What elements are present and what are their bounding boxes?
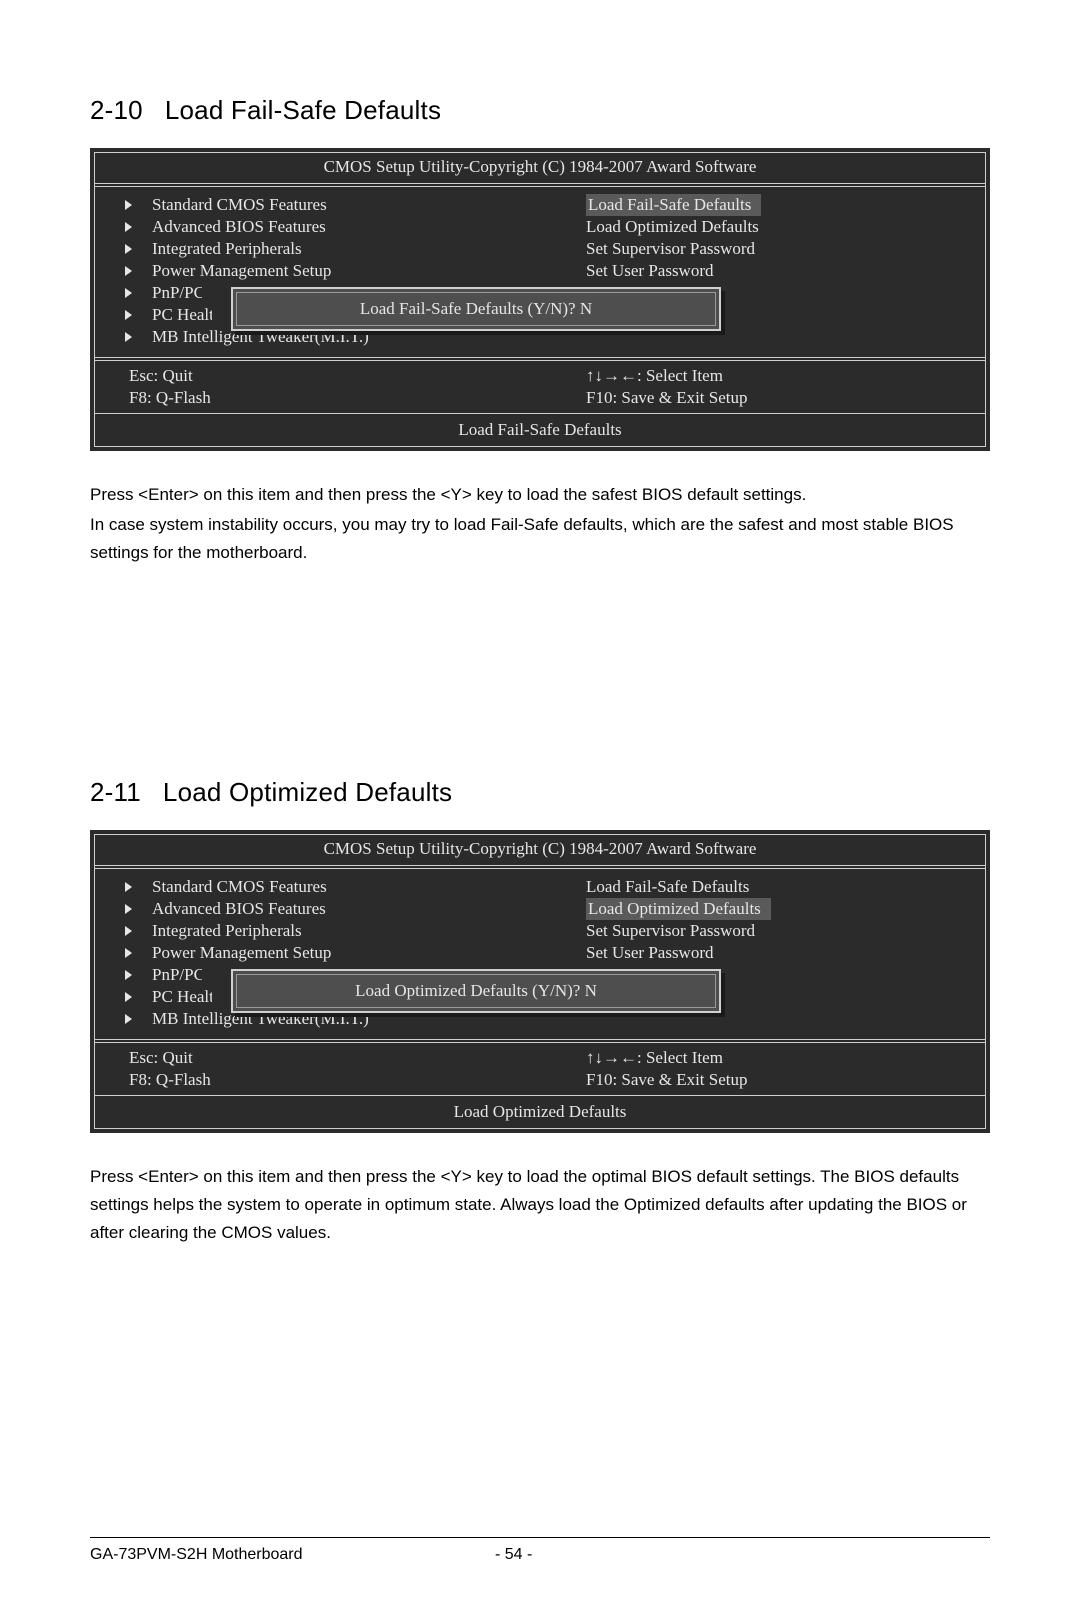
page-footer: GA-73PVM-S2H Motherboard - 54 - [90, 1537, 990, 1564]
bios-menu-item[interactable]: Standard CMOS Features [95, 877, 540, 899]
dialog-text: Load Fail-Safe Defaults (Y/N)? N [236, 292, 716, 326]
bios-menu-item[interactable]: Load Optimized Defaults [540, 217, 985, 239]
hint-arrows: ↑↓→←: Select Item [540, 365, 985, 387]
bios-menu-item[interactable]: Advanced BIOS Features [95, 899, 540, 921]
bios-hints: Esc: Quit F8: Q-Flash ↑↓→←: Select Item … [95, 1043, 985, 1095]
hint-f8: F8: Q-Flash [95, 1069, 540, 1091]
hint-esc: Esc: Quit [95, 365, 540, 387]
triangle-icon [125, 926, 132, 936]
triangle-icon [125, 222, 132, 232]
bios-hints: Esc: Quit F8: Q-Flash ↑↓→←: Select Item … [95, 361, 985, 413]
bios-footer: Load Optimized Defaults [95, 1096, 985, 1128]
triangle-icon [125, 332, 132, 342]
section-number: 2-11 [90, 777, 141, 807]
body-paragraph: Press <Enter> on this item and then pres… [90, 481, 990, 509]
bios-menu-item[interactable]: Power Management Setup [95, 261, 540, 283]
bios-menu-item[interactable]: Set User Password [540, 943, 985, 965]
bios-menu-item[interactable]: Load Fail-Safe Defaults [540, 877, 985, 899]
section-title: Load Optimized Defaults [163, 777, 452, 807]
bios-menu-item[interactable]: Power Management Setup [95, 943, 540, 965]
triangle-icon [125, 904, 132, 914]
footer-page: - 54 - [495, 1546, 532, 1564]
dialog-text: Load Optimized Defaults (Y/N)? N [236, 974, 716, 1008]
bios-menu: Standard CMOS Features Advanced BIOS Fea… [95, 187, 985, 357]
bios-menu-item[interactable]: Load Fail-Safe Defaults [540, 195, 985, 217]
hint-f10: F10: Save & Exit Setup [540, 387, 985, 409]
hint-f10: F10: Save & Exit Setup [540, 1069, 985, 1091]
triangle-icon [125, 200, 132, 210]
body-paragraph: In case system instability occurs, you m… [90, 511, 990, 567]
bios-screenshot-2: CMOS Setup Utility-Copyright (C) 1984-20… [90, 830, 990, 1133]
bios-menu-item[interactable]: Set Supervisor Password [540, 239, 985, 261]
triangle-icon [125, 948, 132, 958]
bios-title: CMOS Setup Utility-Copyright (C) 1984-20… [95, 835, 985, 865]
bios-title: CMOS Setup Utility-Copyright (C) 1984-20… [95, 153, 985, 183]
section-number: 2-10 [90, 95, 143, 125]
section-heading-1: 2-10 Load Fail-Safe Defaults [90, 95, 990, 126]
bios-menu-item[interactable]: Advanced BIOS Features [95, 217, 540, 239]
bios-menu-item[interactable]: Load Optimized Defaults [540, 899, 985, 921]
bios-screenshot-1: CMOS Setup Utility-Copyright (C) 1984-20… [90, 148, 990, 451]
bios-menu-item[interactable]: Set User Password [540, 261, 985, 283]
triangle-icon [125, 882, 132, 892]
hint-esc: Esc: Quit [95, 1047, 540, 1069]
bios-menu-item[interactable]: Set Supervisor Password [540, 921, 985, 943]
footer-model: GA-73PVM-S2H Motherboard [90, 1546, 495, 1564]
triangle-icon [125, 310, 132, 320]
triangle-icon [125, 1014, 132, 1024]
hint-f8: F8: Q-Flash [95, 387, 540, 409]
triangle-icon [125, 244, 132, 254]
bios-menu-item[interactable]: Integrated Peripherals [95, 239, 540, 261]
triangle-icon [125, 266, 132, 276]
body-paragraph: Press <Enter> on this item and then pres… [90, 1163, 990, 1247]
bios-menu-item[interactable]: Integrated Peripherals [95, 921, 540, 943]
triangle-icon [125, 992, 132, 1002]
bios-confirm-dialog[interactable]: Load Optimized Defaults (Y/N)? N [231, 969, 721, 1013]
hint-arrows: ↑↓→←: Select Item [540, 1047, 985, 1069]
triangle-icon [125, 970, 132, 980]
section-heading-2: 2-11 Load Optimized Defaults [90, 777, 990, 808]
bios-menu: Standard CMOS Features Advanced BIOS Fea… [95, 869, 985, 1039]
bios-menu-item[interactable]: Standard CMOS Features [95, 195, 540, 217]
triangle-icon [125, 288, 132, 298]
section-title: Load Fail-Safe Defaults [165, 95, 441, 125]
bios-footer: Load Fail-Safe Defaults [95, 414, 985, 446]
bios-confirm-dialog[interactable]: Load Fail-Safe Defaults (Y/N)? N [231, 287, 721, 331]
